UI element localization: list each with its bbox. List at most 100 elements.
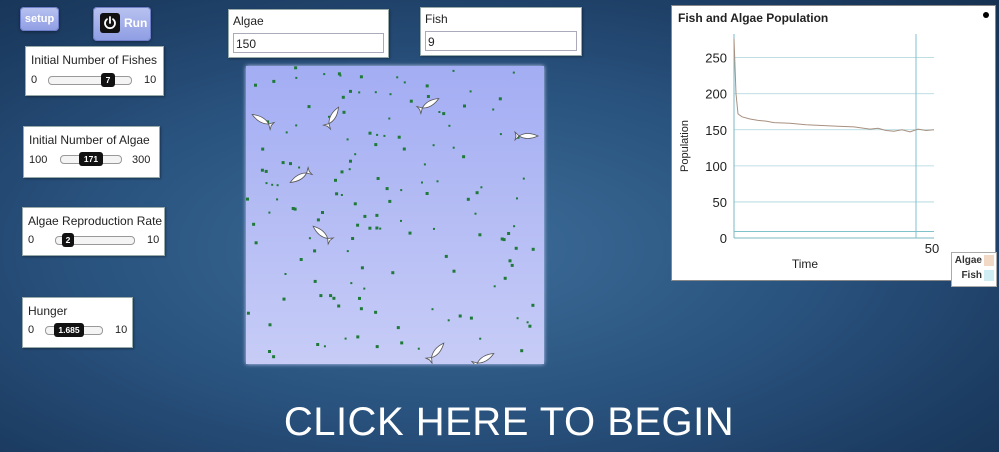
algae bbox=[295, 124, 298, 127]
fish bbox=[322, 106, 339, 131]
legend-swatch bbox=[984, 270, 994, 281]
algae bbox=[388, 117, 391, 120]
click-to-begin-button[interactable]: CLICK HERE TO BEGIN bbox=[0, 400, 999, 445]
algae bbox=[276, 184, 279, 187]
slider-track[interactable]: 2 bbox=[55, 233, 135, 247]
algae bbox=[469, 316, 473, 320]
algae bbox=[475, 191, 479, 195]
world-view[interactable] bbox=[246, 66, 544, 370]
slider-track[interactable]: 1.685 bbox=[45, 323, 103, 337]
algae bbox=[507, 232, 511, 235]
y-tick-label: 250 bbox=[705, 51, 727, 66]
algae bbox=[246, 311, 250, 315]
algae bbox=[478, 233, 482, 237]
algae bbox=[344, 337, 347, 340]
algae bbox=[376, 133, 379, 136]
algae bbox=[400, 189, 403, 192]
slider-thumb[interactable]: 1.685 bbox=[54, 323, 84, 337]
algae bbox=[375, 226, 379, 230]
algae bbox=[350, 282, 353, 285]
algae bbox=[348, 168, 351, 171]
algae bbox=[442, 112, 446, 116]
algae bbox=[268, 323, 272, 327]
algae bbox=[316, 343, 320, 346]
slider-min: 0 bbox=[28, 324, 35, 336]
algae bbox=[463, 104, 466, 108]
algae bbox=[349, 159, 352, 163]
algae bbox=[498, 97, 502, 101]
algae bbox=[363, 287, 366, 290]
monitor-fish: Fish 9 bbox=[420, 7, 582, 56]
slider-min: 100 bbox=[29, 154, 48, 166]
fish bbox=[470, 353, 495, 370]
algae bbox=[452, 269, 456, 273]
slider-thumb[interactable]: 171 bbox=[79, 152, 103, 166]
algae bbox=[425, 192, 429, 195]
slider-track[interactable]: 7 bbox=[48, 73, 132, 87]
algae bbox=[339, 74, 342, 77]
series-line-algae bbox=[733, 38, 935, 133]
algae bbox=[408, 231, 412, 235]
y-tick-label: 150 bbox=[705, 123, 727, 138]
algae bbox=[508, 259, 512, 263]
algae bbox=[426, 95, 430, 98]
algae bbox=[462, 155, 466, 159]
algae bbox=[346, 138, 349, 141]
algae bbox=[520, 349, 524, 353]
algae bbox=[340, 170, 344, 174]
algae bbox=[493, 285, 496, 288]
algae bbox=[313, 279, 317, 283]
algae bbox=[299, 258, 303, 261]
monitor-label: Fish bbox=[425, 12, 448, 26]
slider-title: Initial Number of Fishes bbox=[31, 53, 158, 67]
algae bbox=[452, 69, 455, 72]
algae bbox=[479, 337, 482, 340]
slider-hunger: Hunger 0 1.685 10 bbox=[22, 297, 133, 348]
plot-legend: Algae Fish bbox=[951, 252, 997, 287]
world-canvas bbox=[246, 66, 539, 370]
algae bbox=[246, 197, 249, 201]
setup-button[interactable]: setup bbox=[20, 7, 59, 31]
algae bbox=[389, 93, 392, 96]
algae bbox=[438, 111, 441, 113]
algae bbox=[400, 219, 402, 222]
algae bbox=[480, 186, 483, 189]
slider-initial-fishes: Initial Number of Fishes 0 7 10 bbox=[25, 46, 164, 96]
algae bbox=[375, 345, 379, 349]
run-button[interactable]: Run bbox=[93, 7, 151, 41]
algae bbox=[514, 246, 518, 250]
slider-title: Algae Reproduction Rate bbox=[28, 214, 163, 228]
algae bbox=[281, 161, 285, 165]
algae bbox=[308, 237, 311, 240]
slider-title: Initial Number of Algae bbox=[29, 133, 150, 147]
algae bbox=[359, 307, 363, 311]
algae bbox=[512, 71, 515, 74]
slider-min: 0 bbox=[31, 74, 38, 86]
slider-thumb[interactable]: 7 bbox=[101, 73, 115, 87]
algae bbox=[510, 263, 514, 267]
fish bbox=[424, 342, 445, 365]
fish bbox=[514, 130, 539, 142]
algae bbox=[431, 308, 434, 311]
algae bbox=[359, 75, 363, 79]
slider-max: 10 bbox=[115, 324, 128, 336]
legend-label: Fish bbox=[961, 270, 982, 281]
algae bbox=[368, 226, 372, 230]
slider-track[interactable]: 171 bbox=[60, 152, 122, 166]
algae bbox=[264, 169, 268, 173]
legend-item-fish: Fish bbox=[952, 268, 996, 283]
algae bbox=[448, 124, 451, 127]
algae bbox=[358, 91, 361, 94]
algae bbox=[298, 166, 301, 169]
algae bbox=[444, 254, 448, 258]
run-label: Run bbox=[124, 16, 148, 30]
algae bbox=[282, 297, 286, 301]
algae bbox=[425, 84, 429, 88]
x-axis-max-label: 50 bbox=[925, 241, 939, 256]
algae bbox=[351, 237, 355, 240]
algae bbox=[261, 147, 265, 151]
algae bbox=[346, 250, 349, 253]
algae bbox=[342, 110, 346, 114]
slider-thumb[interactable]: 2 bbox=[62, 233, 74, 247]
algae bbox=[409, 99, 413, 103]
